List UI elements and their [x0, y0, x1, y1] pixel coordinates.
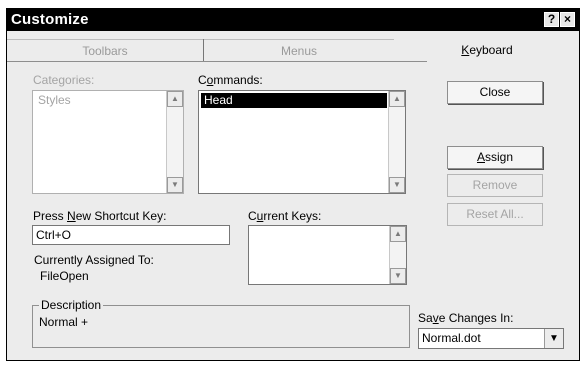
- tab-keyboard[interactable]: Keyboard: [427, 39, 547, 61]
- scroll-up-icon[interactable]: ▲: [389, 91, 405, 107]
- customize-dialog: Customize ? × Toolbars Menus Keyboard Ca…: [6, 8, 580, 361]
- assign-mnemonic: A: [476, 150, 485, 164]
- commands-list[interactable]: Head ▲ ▼: [198, 90, 406, 194]
- list-item-selected[interactable]: Head: [201, 93, 387, 108]
- commands-label-post: mmands:: [213, 73, 263, 87]
- current-keys-label: Current Keys:: [248, 209, 321, 223]
- current-keys-label-pre: C: [248, 209, 257, 223]
- save-changes-value: Normal.dot: [422, 331, 481, 345]
- categories-scrollbar[interactable]: ▲ ▼: [166, 91, 183, 193]
- shortcut-key-input[interactable]: Ctrl+O: [32, 225, 230, 245]
- help-button[interactable]: ?: [544, 12, 559, 27]
- assign-button[interactable]: Assign: [447, 146, 543, 169]
- list-item[interactable]: Styles: [35, 93, 71, 108]
- reset-all-button[interactable]: Reset All...: [447, 203, 543, 226]
- shortcut-label-post: ew Shortcut Key:: [75, 209, 167, 223]
- categories-list[interactable]: Styles ▲ ▼: [32, 90, 184, 194]
- scroll-up-icon[interactable]: ▲: [167, 91, 183, 107]
- save-changes-label-pre: Sa: [418, 311, 433, 325]
- current-keys-label-post: rrent Keys:: [263, 209, 322, 223]
- tab-menus[interactable]: Menus: [204, 39, 394, 62]
- categories-label: Categories:: [33, 73, 95, 87]
- save-changes-label: Save Changes In:: [418, 311, 513, 325]
- scroll-down-icon[interactable]: ▼: [389, 177, 405, 193]
- shortcut-label-mnemonic: N: [67, 209, 76, 223]
- scroll-up-icon[interactable]: ▲: [390, 226, 406, 242]
- commands-label: Commands:: [198, 73, 263, 87]
- current-keys-scrollbar[interactable]: ▲ ▼: [389, 226, 406, 284]
- currently-assigned-label: Currently Assigned To:: [34, 253, 154, 267]
- dialog-title: Customize: [11, 11, 89, 28]
- scroll-down-icon[interactable]: ▼: [167, 177, 183, 193]
- save-changes-select[interactable]: Normal.dot ▼: [418, 328, 564, 349]
- description-group: Description Normal +: [32, 298, 410, 348]
- scroll-down-icon[interactable]: ▼: [390, 268, 406, 284]
- commands-scrollbar[interactable]: ▲ ▼: [388, 91, 405, 193]
- close-icon[interactable]: ×: [560, 12, 575, 27]
- title-bar: Customize ? ×: [7, 9, 579, 31]
- remove-button[interactable]: Remove: [447, 174, 543, 197]
- shortcut-label-pre: Press: [33, 209, 68, 223]
- description-text: Normal +: [39, 315, 89, 329]
- close-button[interactable]: Close: [447, 81, 543, 104]
- commands-label-pre: C: [198, 73, 207, 87]
- description-legend: Description: [39, 298, 104, 312]
- chevron-down-icon[interactable]: ▼: [544, 329, 563, 348]
- current-keys-list[interactable]: ▲ ▼: [248, 225, 407, 285]
- tab-toolbars[interactable]: Toolbars: [7, 39, 203, 62]
- currently-assigned-value: FileOpen: [40, 269, 89, 283]
- shortcut-label: Press New Shortcut Key:: [33, 209, 166, 223]
- assign-rest: ssign: [485, 150, 514, 164]
- tab-keyboard-rest: eyboard: [469, 43, 513, 57]
- save-changes-label-post: e Changes In:: [438, 311, 514, 325]
- tab-underline: [7, 61, 427, 62]
